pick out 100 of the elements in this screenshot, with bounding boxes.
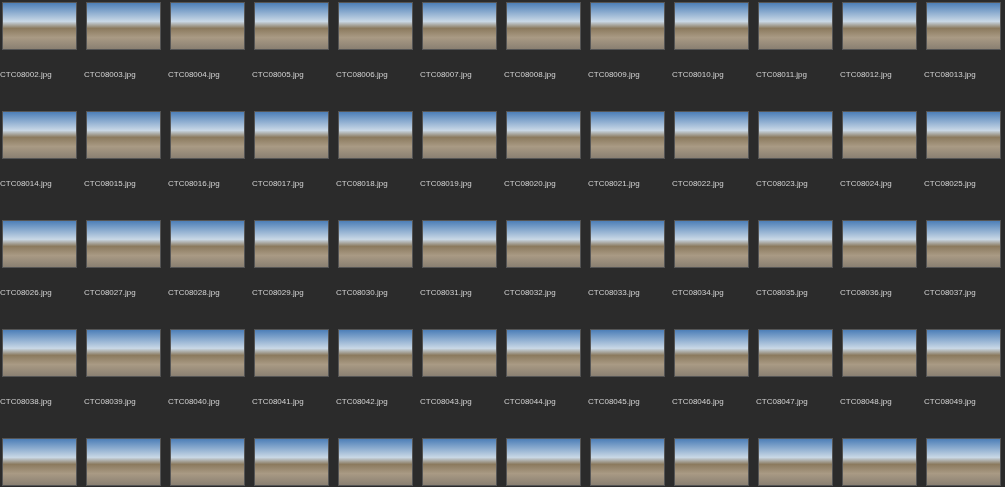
file-name: CTC08030.jpg [336,288,388,298]
file-name: CTC08032.jpg [504,288,556,298]
photo-placeholder[interactable] [758,438,833,486]
photo-placeholder[interactable] [422,438,497,486]
file-name: CTC08038.jpg [0,397,52,407]
photo-placeholder[interactable] [842,2,917,50]
photo-placeholder[interactable] [674,438,749,486]
photo-placeholder[interactable] [170,111,245,159]
file-name: CTC08008.jpg [504,70,556,80]
photo-placeholder[interactable] [590,329,665,377]
photo-placeholder[interactable] [842,438,917,486]
file-name: CTC08037.jpg [924,288,976,298]
photo-placeholder[interactable] [422,111,497,159]
file-name: CTC08046.jpg [672,397,724,407]
photo-placeholder[interactable] [590,111,665,159]
photo-placeholder[interactable] [338,329,413,377]
file-name: CTC08019.jpg [420,179,472,189]
photo-placeholder[interactable] [506,329,581,377]
photo-placeholder[interactable] [254,438,329,486]
photo-placeholder[interactable] [86,438,161,486]
file-name: CTC08004.jpg [168,70,220,80]
photo-placeholder[interactable] [2,329,77,377]
photo-placeholder[interactable] [506,220,581,268]
file-name: CTC08034.jpg [672,288,724,298]
photo-placeholder[interactable] [2,2,77,50]
file-name: CTC08018.jpg [336,179,388,189]
file-name: CTC08040.jpg [168,397,220,407]
photo-placeholder[interactable] [170,438,245,486]
file-name: CTC08003.jpg [84,70,136,80]
photo-placeholder[interactable] [170,220,245,268]
photo-placeholder[interactable] [86,111,161,159]
file-name: CTC08005.jpg [252,70,304,80]
file-name: CTC08014.jpg [0,179,52,189]
photo-placeholder[interactable] [254,329,329,377]
file-name: CTC08006.jpg [336,70,388,80]
photo-placeholder[interactable] [422,329,497,377]
photo-placeholder[interactable] [254,111,329,159]
file-name: CTC08007.jpg [420,70,472,80]
photo-placeholder[interactable] [758,220,833,268]
photo-placeholder[interactable] [254,220,329,268]
photo-placeholder[interactable] [86,329,161,377]
photo-placeholder[interactable] [926,2,1001,50]
file-name: CTC08029.jpg [252,288,304,298]
file-name: CTC08013.jpg [924,70,976,80]
file-name: CTC08049.jpg [924,397,976,407]
photo-placeholder[interactable] [86,220,161,268]
photo-placeholder[interactable] [674,111,749,159]
photo-placeholder[interactable] [506,2,581,50]
photo-placeholder[interactable] [674,329,749,377]
photo-placeholder[interactable] [422,220,497,268]
file-name: CTC08035.jpg [756,288,808,298]
photo-placeholder[interactable] [842,111,917,159]
file-name: CTC08047.jpg [756,397,808,407]
file-name: CTC08012.jpg [840,70,892,80]
file-name: CTC08024.jpg [840,179,892,189]
file-name: CTC08043.jpg [420,397,472,407]
photo-placeholder[interactable] [590,220,665,268]
file-name: CTC08026.jpg [0,288,52,298]
file-name: CTC08048.jpg [840,397,892,407]
photo-placeholder[interactable] [926,220,1001,268]
photo-placeholder[interactable] [674,220,749,268]
file-name: CTC08033.jpg [588,288,640,298]
photo-placeholder[interactable] [422,2,497,50]
file-name: CTC08025.jpg [924,179,976,189]
file-name: CTC08039.jpg [84,397,136,407]
file-name: CTC08027.jpg [84,288,136,298]
photo-placeholder[interactable] [86,2,161,50]
photo-placeholder[interactable] [338,220,413,268]
file-name: CTC08022.jpg [672,179,724,189]
photo-placeholder[interactable] [254,2,329,50]
photo-placeholder[interactable] [506,111,581,159]
file-name: CTC08020.jpg [504,179,556,189]
photo-placeholder[interactable] [2,220,77,268]
file-name: CTC08011.jpg [756,70,807,80]
file-name: CTC08010.jpg [672,70,724,80]
photo-placeholder[interactable] [842,220,917,268]
photo-placeholder[interactable] [170,2,245,50]
file-name: CTC08021.jpg [588,179,640,189]
photo-placeholder[interactable] [2,111,77,159]
photo-placeholder[interactable] [758,111,833,159]
file-name: CTC08041.jpg [252,397,304,407]
file-name: CTC08028.jpg [168,288,220,298]
photo-placeholder[interactable] [506,438,581,486]
photo-placeholder[interactable] [590,438,665,486]
file-name: CTC08015.jpg [84,179,136,189]
photo-placeholder[interactable] [170,329,245,377]
photo-placeholder[interactable] [2,438,77,486]
photo-placeholder[interactable] [926,438,1001,486]
file-name: CTC08002.jpg [0,70,52,80]
photo-placeholder[interactable] [590,2,665,50]
photo-placeholder[interactable] [674,2,749,50]
photo-placeholder[interactable] [926,111,1001,159]
photo-placeholder[interactable] [758,2,833,50]
photo-placeholder[interactable] [338,438,413,486]
photo-placeholder[interactable] [338,111,413,159]
file-name: CTC08017.jpg [252,179,304,189]
photo-placeholder[interactable] [758,329,833,377]
photo-placeholder[interactable] [842,329,917,377]
photo-placeholder[interactable] [926,329,1001,377]
photo-placeholder[interactable] [338,2,413,50]
